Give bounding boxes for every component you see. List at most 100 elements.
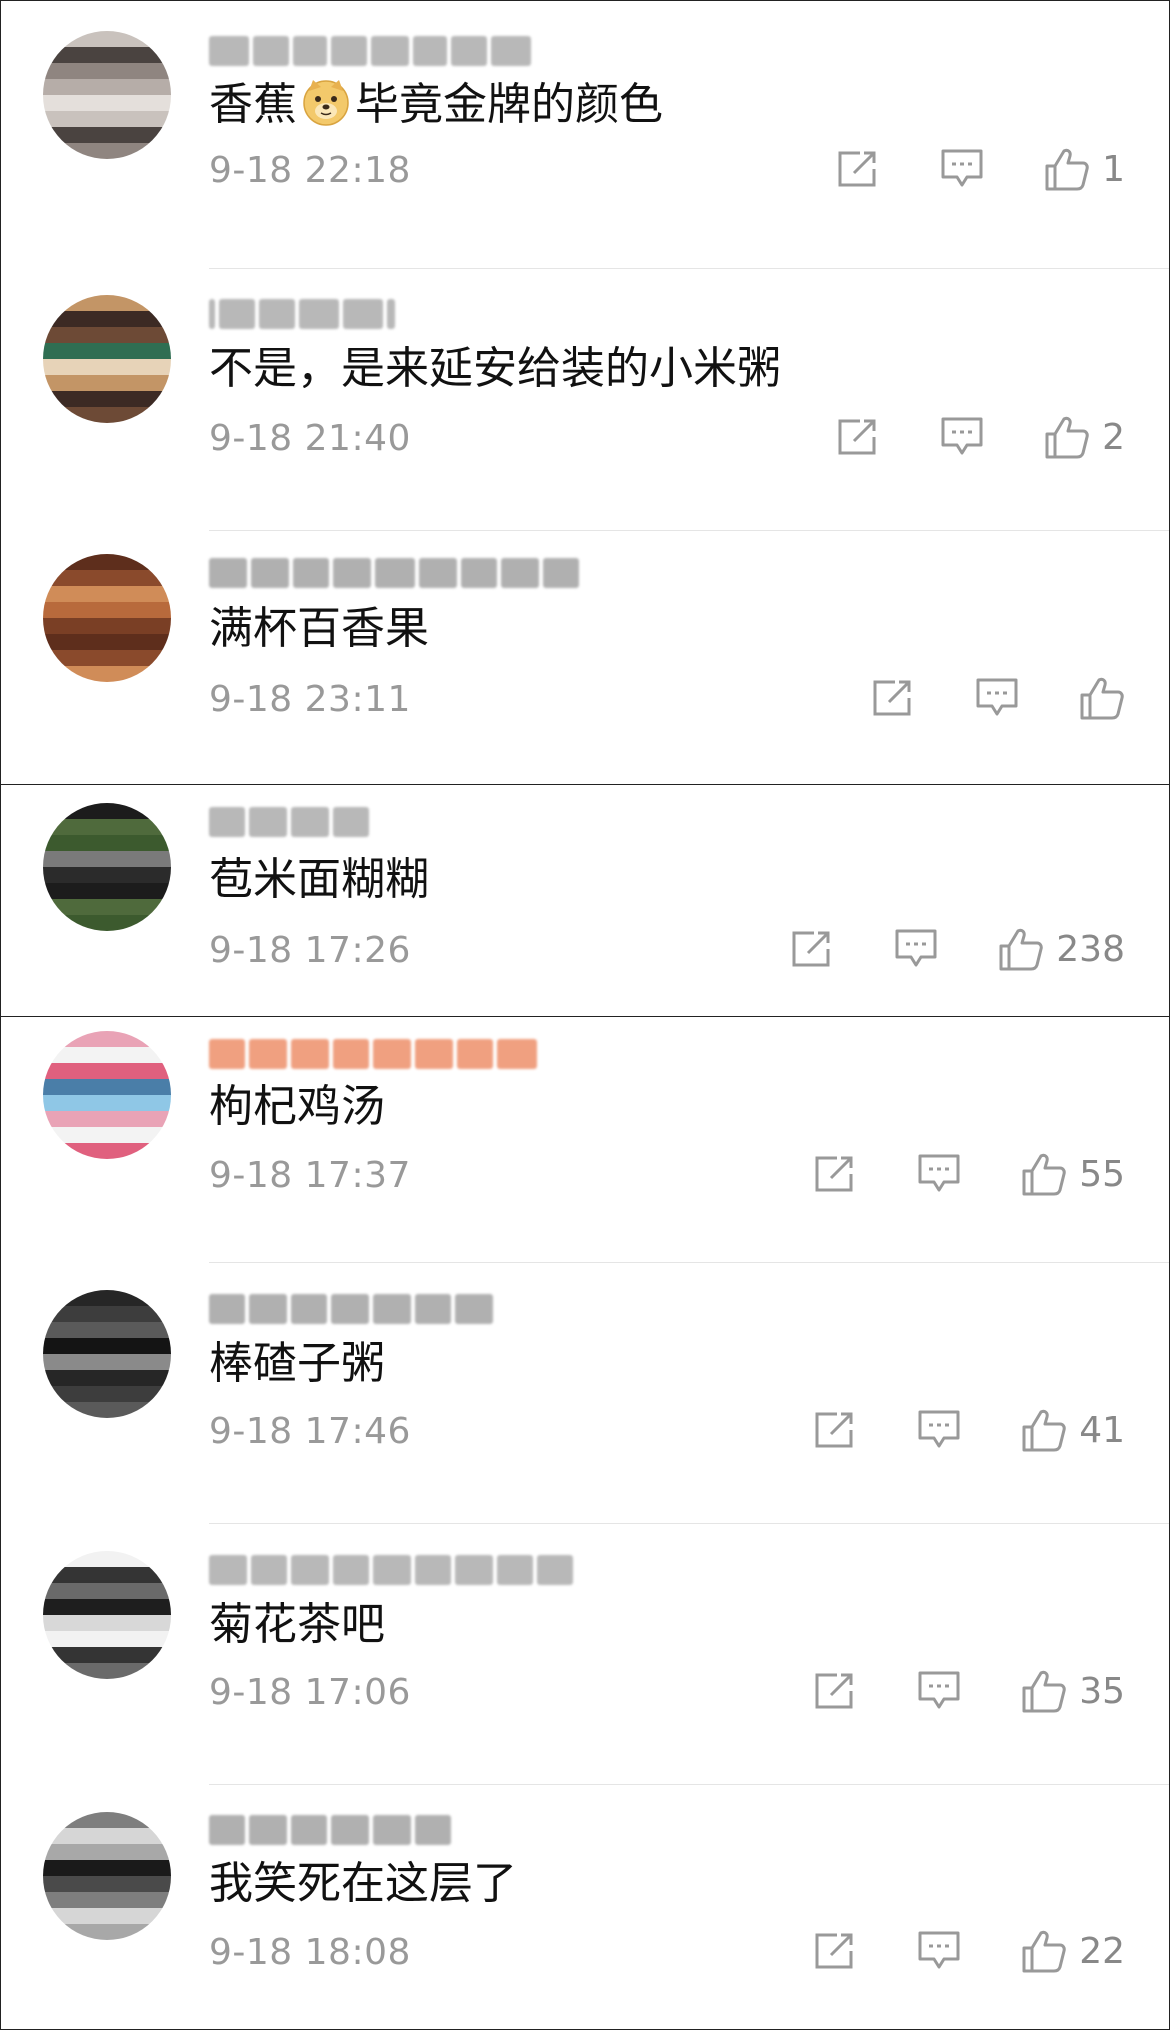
comment-actions: 2 [836, 413, 1125, 461]
comment-icon [917, 1153, 961, 1195]
share-button[interactable] [790, 929, 834, 969]
comment-actions: 41 [813, 1406, 1125, 1454]
reply-button[interactable] [917, 1930, 961, 1972]
comment-icon [940, 416, 984, 458]
username-char-blur [497, 1555, 533, 1585]
comment-item: 香蕉 毕竟金牌的颜色 9-18 22:18 1 [1, 1, 1169, 269]
like-button[interactable] [1079, 675, 1125, 721]
username-char-blur [291, 1294, 327, 1324]
share-button[interactable] [813, 1671, 857, 1711]
username-char-blur [209, 807, 245, 837]
thumbs-up-icon [998, 926, 1044, 972]
thumbs-up-icon [1021, 1668, 1067, 1714]
avatar[interactable] [43, 803, 171, 931]
username-char-blur [253, 36, 289, 66]
reply-button[interactable] [975, 677, 1019, 719]
username-char-blur [371, 36, 409, 66]
share-icon [813, 1931, 857, 1971]
like-count: 55 [1079, 1153, 1125, 1195]
comment-item: 枸杞鸡汤 9-18 17:37 55 [1, 1017, 1169, 1263]
username-char-blur [373, 1555, 411, 1585]
avatar[interactable] [43, 1551, 171, 1679]
comment-text: 棒碴子粥 [209, 1338, 385, 1389]
username-blurred[interactable] [209, 1553, 573, 1587]
username-char-blur [455, 1294, 493, 1324]
username-blurred[interactable] [209, 1037, 537, 1071]
username-char-blur [461, 558, 497, 588]
username-char-blur [249, 1815, 287, 1845]
like-button[interactable]: 2 [1044, 414, 1125, 460]
username-blurred[interactable] [209, 556, 579, 590]
comment-group-3: 枸杞鸡汤 9-18 17:37 55 棒碴子粥 9-18 17:46 41 菊花… [0, 1016, 1170, 2030]
comment-icon [917, 1670, 961, 1712]
comment-icon [975, 677, 1019, 719]
comment-time: 9-18 18:08 [209, 1932, 411, 1973]
like-button[interactable]: 55 [1021, 1151, 1125, 1197]
comment-text-part: 毕竟金牌的颜色 [355, 79, 663, 130]
username-char-blur [259, 299, 295, 329]
username-blurred[interactable] [209, 805, 369, 839]
username-char-blur [491, 36, 531, 66]
reply-button[interactable] [940, 416, 984, 458]
doge-emoji-icon [301, 77, 351, 127]
reply-button[interactable] [917, 1670, 961, 1712]
share-button[interactable] [813, 1154, 857, 1194]
avatar[interactable] [43, 1290, 171, 1418]
comment-text: 枸杞鸡汤 [209, 1081, 385, 1132]
thumbs-up-icon [1021, 1407, 1067, 1453]
username-char-blur [291, 1039, 329, 1069]
username-char-blur [249, 1039, 287, 1069]
like-count: 238 [1056, 928, 1125, 970]
comment-item: 我笑死在这层了 9-18 18:08 22 [1, 1785, 1169, 2029]
like-button[interactable]: 1 [1044, 146, 1125, 192]
reply-button[interactable] [940, 148, 984, 190]
avatar[interactable] [43, 1031, 171, 1159]
comment-text-part: 香蕉 [209, 79, 297, 130]
username-char-blur [209, 1555, 247, 1585]
share-button[interactable] [836, 149, 880, 189]
username-blurred[interactable] [209, 1813, 451, 1847]
comment-text: 满杯百香果 [209, 603, 429, 654]
like-button[interactable]: 41 [1021, 1407, 1125, 1453]
username-char-blur [415, 1294, 451, 1324]
share-icon [790, 929, 834, 969]
share-button[interactable] [871, 678, 915, 718]
share-button[interactable] [813, 1931, 857, 1971]
avatar[interactable] [43, 295, 171, 423]
username-blurred[interactable] [209, 34, 531, 68]
thumbs-up-icon [1044, 414, 1090, 460]
username-blurred[interactable] [209, 1292, 493, 1326]
comment-actions: 22 [813, 1927, 1125, 1975]
comment-actions: 238 [790, 925, 1125, 973]
share-button[interactable] [813, 1410, 857, 1450]
reply-button[interactable] [917, 1409, 961, 1451]
reply-button[interactable] [894, 928, 938, 970]
share-icon [871, 678, 915, 718]
username-blurred[interactable] [209, 297, 395, 331]
username-char-blur [333, 1555, 369, 1585]
username-char-blur [455, 1555, 493, 1585]
like-button[interactable]: 35 [1021, 1668, 1125, 1714]
comment-actions: 1 [836, 145, 1125, 193]
like-count: 22 [1079, 1930, 1125, 1972]
username-char-blur [419, 558, 457, 588]
avatar[interactable] [43, 31, 171, 159]
reply-button[interactable] [917, 1153, 961, 1195]
avatar[interactable] [43, 554, 171, 682]
avatar[interactable] [43, 1812, 171, 1940]
comment-time: 9-18 17:46 [209, 1411, 411, 1452]
username-char-blur [209, 36, 249, 66]
like-button[interactable]: 22 [1021, 1928, 1125, 1974]
username-char-blur [251, 1555, 287, 1585]
share-button[interactable] [836, 417, 880, 457]
comment-time: 9-18 17:26 [209, 930, 411, 971]
share-icon [836, 417, 880, 457]
like-button[interactable]: 238 [998, 926, 1125, 972]
username-char-blur [375, 558, 415, 588]
username-char-blur [373, 1039, 411, 1069]
comment-group-2: 苞米面糊糊 9-18 17:26 238 [0, 784, 1170, 1017]
username-char-blur [209, 1815, 245, 1845]
username-char-blur [543, 558, 579, 588]
comment-text: 不是，是来延安给装的小米粥 [209, 343, 781, 394]
share-icon [813, 1410, 857, 1450]
